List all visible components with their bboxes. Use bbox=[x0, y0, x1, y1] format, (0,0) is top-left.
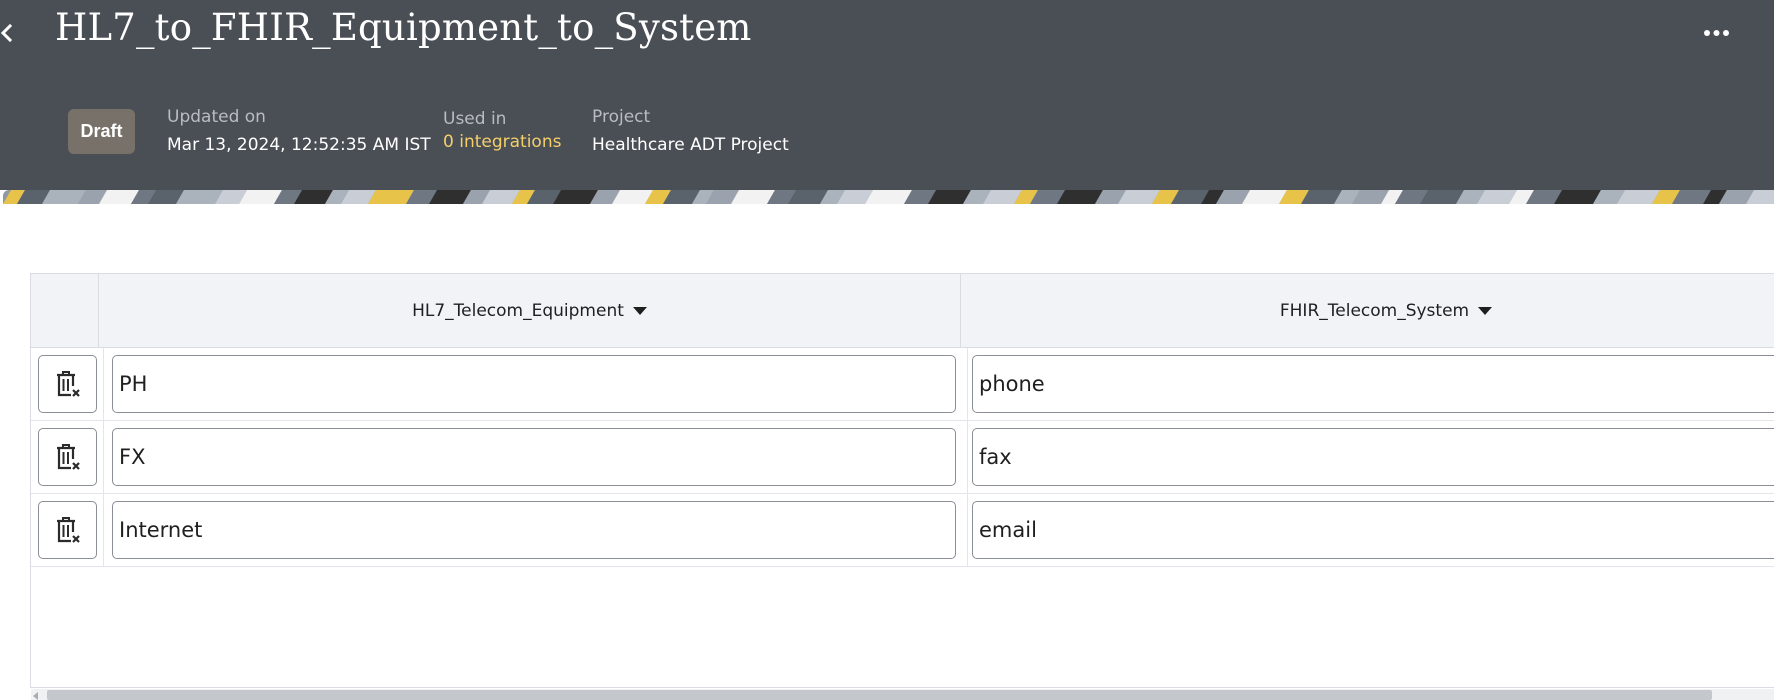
hl7-value-input[interactable] bbox=[112, 501, 956, 559]
caret-down-icon bbox=[1478, 306, 1493, 315]
updated-on-label: Updated on bbox=[167, 107, 266, 127]
fhir-value-input[interactable] bbox=[972, 355, 1774, 413]
status-badge: Draft bbox=[68, 109, 135, 154]
trash-delete-icon bbox=[56, 444, 80, 470]
chevron-left-icon bbox=[0, 23, 13, 43]
page-title: HL7_to_FHIR_Equipment_to_System bbox=[55, 6, 752, 49]
page-header: HL7_to_FHIR_Equipment_to_System Draft Up… bbox=[0, 0, 1774, 190]
used-in-integrations-link[interactable]: 0 integrations bbox=[443, 132, 561, 152]
table-header-actions bbox=[31, 274, 99, 347]
lookup-table: HL7_Telecom_Equipment FHIR_Telecom_Syste… bbox=[30, 273, 1774, 688]
table-header: HL7_Telecom_Equipment FHIR_Telecom_Syste… bbox=[31, 274, 1774, 348]
column-header-hl7[interactable]: HL7_Telecom_Equipment bbox=[99, 274, 961, 347]
trash-delete-icon bbox=[56, 371, 80, 397]
table-row bbox=[31, 421, 1774, 494]
banner-pattern-image bbox=[3, 190, 1774, 204]
horizontal-scrollbar-thumb[interactable] bbox=[47, 690, 1712, 700]
row-action-cell bbox=[31, 494, 104, 567]
hl7-value-input[interactable] bbox=[112, 355, 956, 413]
decorative-banner bbox=[3, 190, 1774, 204]
caret-down-icon bbox=[632, 306, 647, 315]
delete-row-button[interactable] bbox=[38, 501, 97, 559]
column-header-label: HL7_Telecom_Equipment bbox=[412, 300, 624, 321]
more-actions-button[interactable] bbox=[1697, 18, 1737, 48]
updated-on-value: Mar 13, 2024, 12:52:35 AM IST bbox=[167, 135, 431, 155]
table-row bbox=[31, 348, 1774, 421]
column-header-fhir[interactable]: FHIR_Telecom_System bbox=[961, 274, 1774, 347]
back-button[interactable] bbox=[0, 14, 20, 50]
used-in-label: Used in bbox=[443, 109, 507, 129]
scroll-left-arrow-icon[interactable] bbox=[33, 692, 38, 700]
delete-row-button[interactable] bbox=[38, 355, 97, 413]
project-value: Healthcare ADT Project bbox=[592, 135, 789, 155]
row-action-cell bbox=[31, 348, 104, 421]
project-label: Project bbox=[592, 107, 651, 127]
trash-delete-icon bbox=[56, 517, 80, 543]
fhir-value-input[interactable] bbox=[972, 428, 1774, 486]
delete-row-button[interactable] bbox=[38, 428, 97, 486]
row-action-cell bbox=[31, 421, 104, 494]
hl7-value-input[interactable] bbox=[112, 428, 956, 486]
table-row bbox=[31, 494, 1774, 567]
fhir-value-input[interactable] bbox=[972, 501, 1774, 559]
column-header-label: FHIR_Telecom_System bbox=[1279, 300, 1470, 321]
more-horizontal-icon bbox=[1704, 30, 1729, 36]
